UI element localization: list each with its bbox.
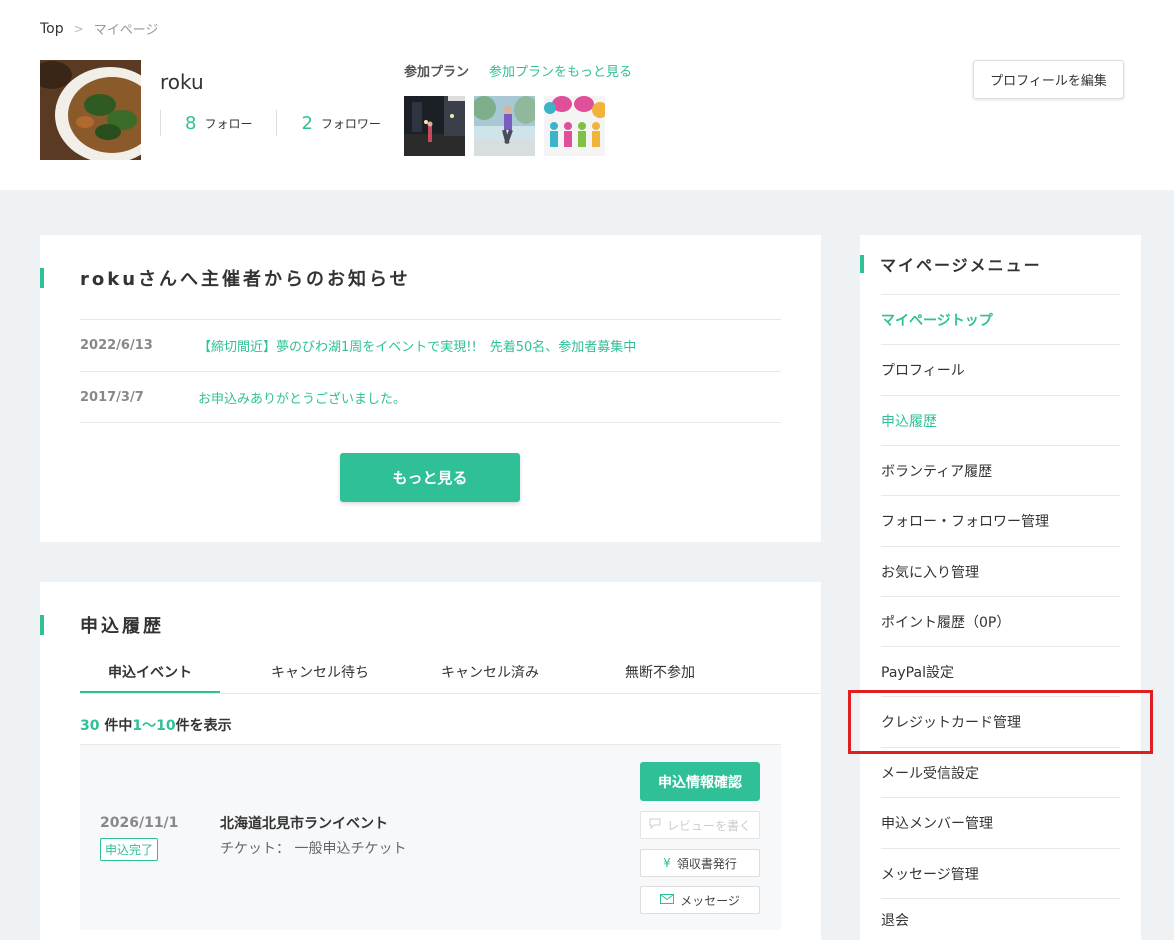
notice-link[interactable]: 【締切間近】夢のびわ湖1周をイベントで実現!! 先着50名、参加者募集中 [198, 336, 636, 355]
heading-accent-bar [860, 255, 864, 273]
plans-label: 参加プラン [404, 65, 470, 80]
tab-applied-events[interactable]: 申込イベント [80, 648, 220, 693]
write-review-label: レビューを書く [666, 818, 751, 833]
yen-icon: ¥ [663, 856, 671, 870]
application-info-button[interactable]: 申込情報確認 [640, 762, 760, 801]
menu-item-mypage-top[interactable]: マイページトップ [881, 294, 1120, 345]
speech-bubble-icon [649, 818, 661, 832]
history-entry: 2026/11/1 申込完了 北海道北見市ランイベント チケット： 一般申込チケ… [80, 744, 781, 930]
heading-accent-bar [40, 615, 44, 635]
notice-heading: rokuさんへ主催者からのお知らせ [40, 265, 411, 291]
result-range: 1〜10 [132, 718, 176, 734]
result-mid: 件中 [104, 718, 133, 734]
plan-thumbnail-community[interactable] [544, 96, 605, 156]
tab-no-show[interactable]: 無断不参加 [560, 648, 760, 693]
follow-label: フォロー [204, 116, 253, 131]
entry-ticket: チケット： 一般申込チケット [220, 841, 407, 857]
more-notices-button[interactable]: もっと見る [340, 453, 520, 502]
status-badge: 申込完了 [100, 838, 159, 861]
edit-profile-button[interactable]: プロフィールを編集 [973, 60, 1124, 99]
menu-item-paypal[interactable]: PayPal設定 [881, 646, 1120, 697]
menu-item-volunteer-history[interactable]: ボランティア履歴 [881, 445, 1120, 496]
menu-item-credit-card[interactable]: クレジットカード管理 [881, 696, 1120, 747]
breadcrumb-home-link[interactable]: Top [40, 21, 64, 37]
notice-row: 2017/3/7 お申込みありがとうございました。 [80, 371, 781, 423]
username: roku [160, 70, 204, 94]
entry-date: 2026/11/1 [100, 815, 179, 831]
tab-waitlist[interactable]: キャンセル待ち [220, 648, 420, 693]
notice-title: rokuさんへ主催者からのお知らせ [80, 269, 411, 290]
follower-count-link[interactable]: 2 フォロワー [276, 110, 404, 136]
plan-thumbnail-night-run[interactable] [404, 96, 465, 156]
notice-row: 2022/6/13 【締切間近】夢のびわ湖1周をイベントで実現!! 先着50名、… [80, 319, 781, 371]
plans-more-link[interactable]: 参加プランをもっと見る [489, 61, 632, 80]
result-total: 30 [80, 718, 100, 734]
menu-heading: マイページメニュー [860, 252, 1042, 276]
breadcrumb-separator: > [73, 21, 84, 36]
profile-header: Top > マイページ roku 8 フォロー 2 フォロワー 参加プラン 参加… [0, 0, 1174, 190]
menu-item-favorites[interactable]: お気に入り管理 [881, 546, 1120, 597]
follower-count: 2 [301, 112, 313, 134]
result-suffix: 件を表示 [175, 718, 232, 734]
menu-item-profile[interactable]: プロフィール [881, 344, 1120, 395]
history-title: 申込履歴 [80, 616, 164, 637]
message-label: メッセージ [680, 893, 740, 908]
notice-date: 2022/6/13 [80, 338, 153, 353]
notice-date: 2017/3/7 [80, 389, 144, 405]
notice-card: rokuさんへ主催者からのお知らせ 2022/6/13 【締切間近】夢のびわ湖1… [40, 235, 821, 542]
follow-count-link[interactable]: 8 フォロー [160, 110, 276, 136]
menu-item-application-history[interactable]: 申込履歴 [881, 395, 1120, 446]
result-count: 30 件中1〜10件を表示 [80, 715, 232, 735]
follow-count: 8 [185, 112, 197, 134]
history-card: 申込履歴 申込イベント キャンセル待ち キャンセル済み 無断不参加 30 件中1… [40, 582, 821, 940]
notice-link[interactable]: お申込みありがとうございました。 [198, 388, 406, 407]
history-tabs: 申込イベント キャンセル待ち キャンセル済み 無断不参加 [80, 648, 821, 694]
follower-label: フォロワー [320, 116, 381, 131]
message-button[interactable]: メッセージ [640, 886, 760, 914]
menu-item-follow-management[interactable]: フォロー・フォロワー管理 [881, 495, 1120, 546]
menu-item-point-history[interactable]: ポイント履歴（0P） [881, 596, 1120, 647]
issue-receipt-button[interactable]: ¥ 領収書発行 [640, 849, 760, 877]
breadcrumb-current: マイページ [93, 23, 159, 38]
write-review-button[interactable]: レビューを書く [640, 811, 760, 839]
menu-item-messages[interactable]: メッセージ管理 [881, 848, 1120, 899]
plan-thumbnail-runner[interactable] [474, 96, 535, 156]
menu-item-withdraw[interactable]: 退会 [881, 898, 1120, 940]
avatar [40, 60, 141, 160]
menu-title: マイページメニュー [880, 256, 1042, 275]
mail-icon [660, 893, 675, 907]
breadcrumb: Top > マイページ [40, 19, 159, 39]
heading-accent-bar [40, 268, 44, 288]
tab-cancelled[interactable]: キャンセル済み [420, 648, 560, 693]
issue-receipt-label: 領収書発行 [676, 856, 737, 871]
menu-item-mail-settings[interactable]: メール受信設定 [881, 747, 1120, 798]
history-heading: 申込履歴 [40, 612, 164, 638]
follow-counts: 8 フォロー 2 フォロワー [160, 110, 405, 136]
menu-item-member-management[interactable]: 申込メンバー管理 [881, 797, 1120, 848]
entry-event-name[interactable]: 北海道北見市ランイベント [220, 813, 388, 833]
mypage-menu: マイページメニュー マイページトップ プロフィール 申込履歴 ボランティア履歴 … [860, 235, 1141, 940]
